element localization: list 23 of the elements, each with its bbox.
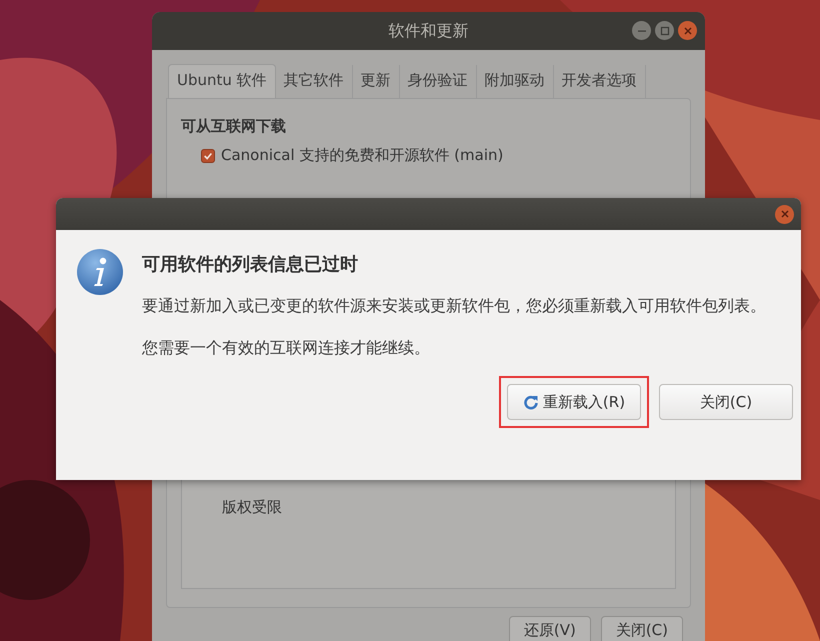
dialog-button[interactable]: 重新载入(R) bbox=[507, 384, 641, 420]
info-icon bbox=[76, 248, 124, 296]
window-title: 软件和更新 bbox=[388, 20, 468, 42]
close-icon bbox=[682, 26, 692, 36]
section-heading: 可从互联网下载 bbox=[181, 117, 287, 136]
dialog-message: 您需要一个有效的互联网连接才能继续。 bbox=[142, 337, 431, 359]
maximize-icon bbox=[660, 26, 670, 36]
dialog-message: 要通过新加入或已变更的软件源来安装或更新软件包，您必须重新载入可用软件包列表。 bbox=[142, 295, 767, 317]
maximize-button[interactable] bbox=[655, 21, 674, 40]
close-button[interactable] bbox=[775, 204, 794, 224]
reload-icon bbox=[522, 394, 539, 410]
close-button[interactable] bbox=[678, 21, 697, 40]
window-button[interactable]: 关闭(C) bbox=[600, 616, 683, 641]
minimize-button[interactable] bbox=[632, 21, 651, 40]
checkbox[interactable] bbox=[201, 148, 215, 162]
dialog-button[interactable]: 关闭(C) bbox=[659, 384, 793, 420]
list-text: 版权受限 bbox=[222, 498, 283, 517]
tab[interactable]: Ubuntu 软件 bbox=[168, 64, 276, 98]
checkbox-label: Canonical 支持的免费和开源软件 (main) bbox=[221, 146, 504, 165]
check-icon bbox=[203, 150, 213, 160]
dialog-heading: 可用软件的列表信息已过时 bbox=[142, 253, 359, 276]
window-button[interactable]: 还原(V) bbox=[508, 616, 591, 641]
close-icon bbox=[780, 209, 790, 219]
